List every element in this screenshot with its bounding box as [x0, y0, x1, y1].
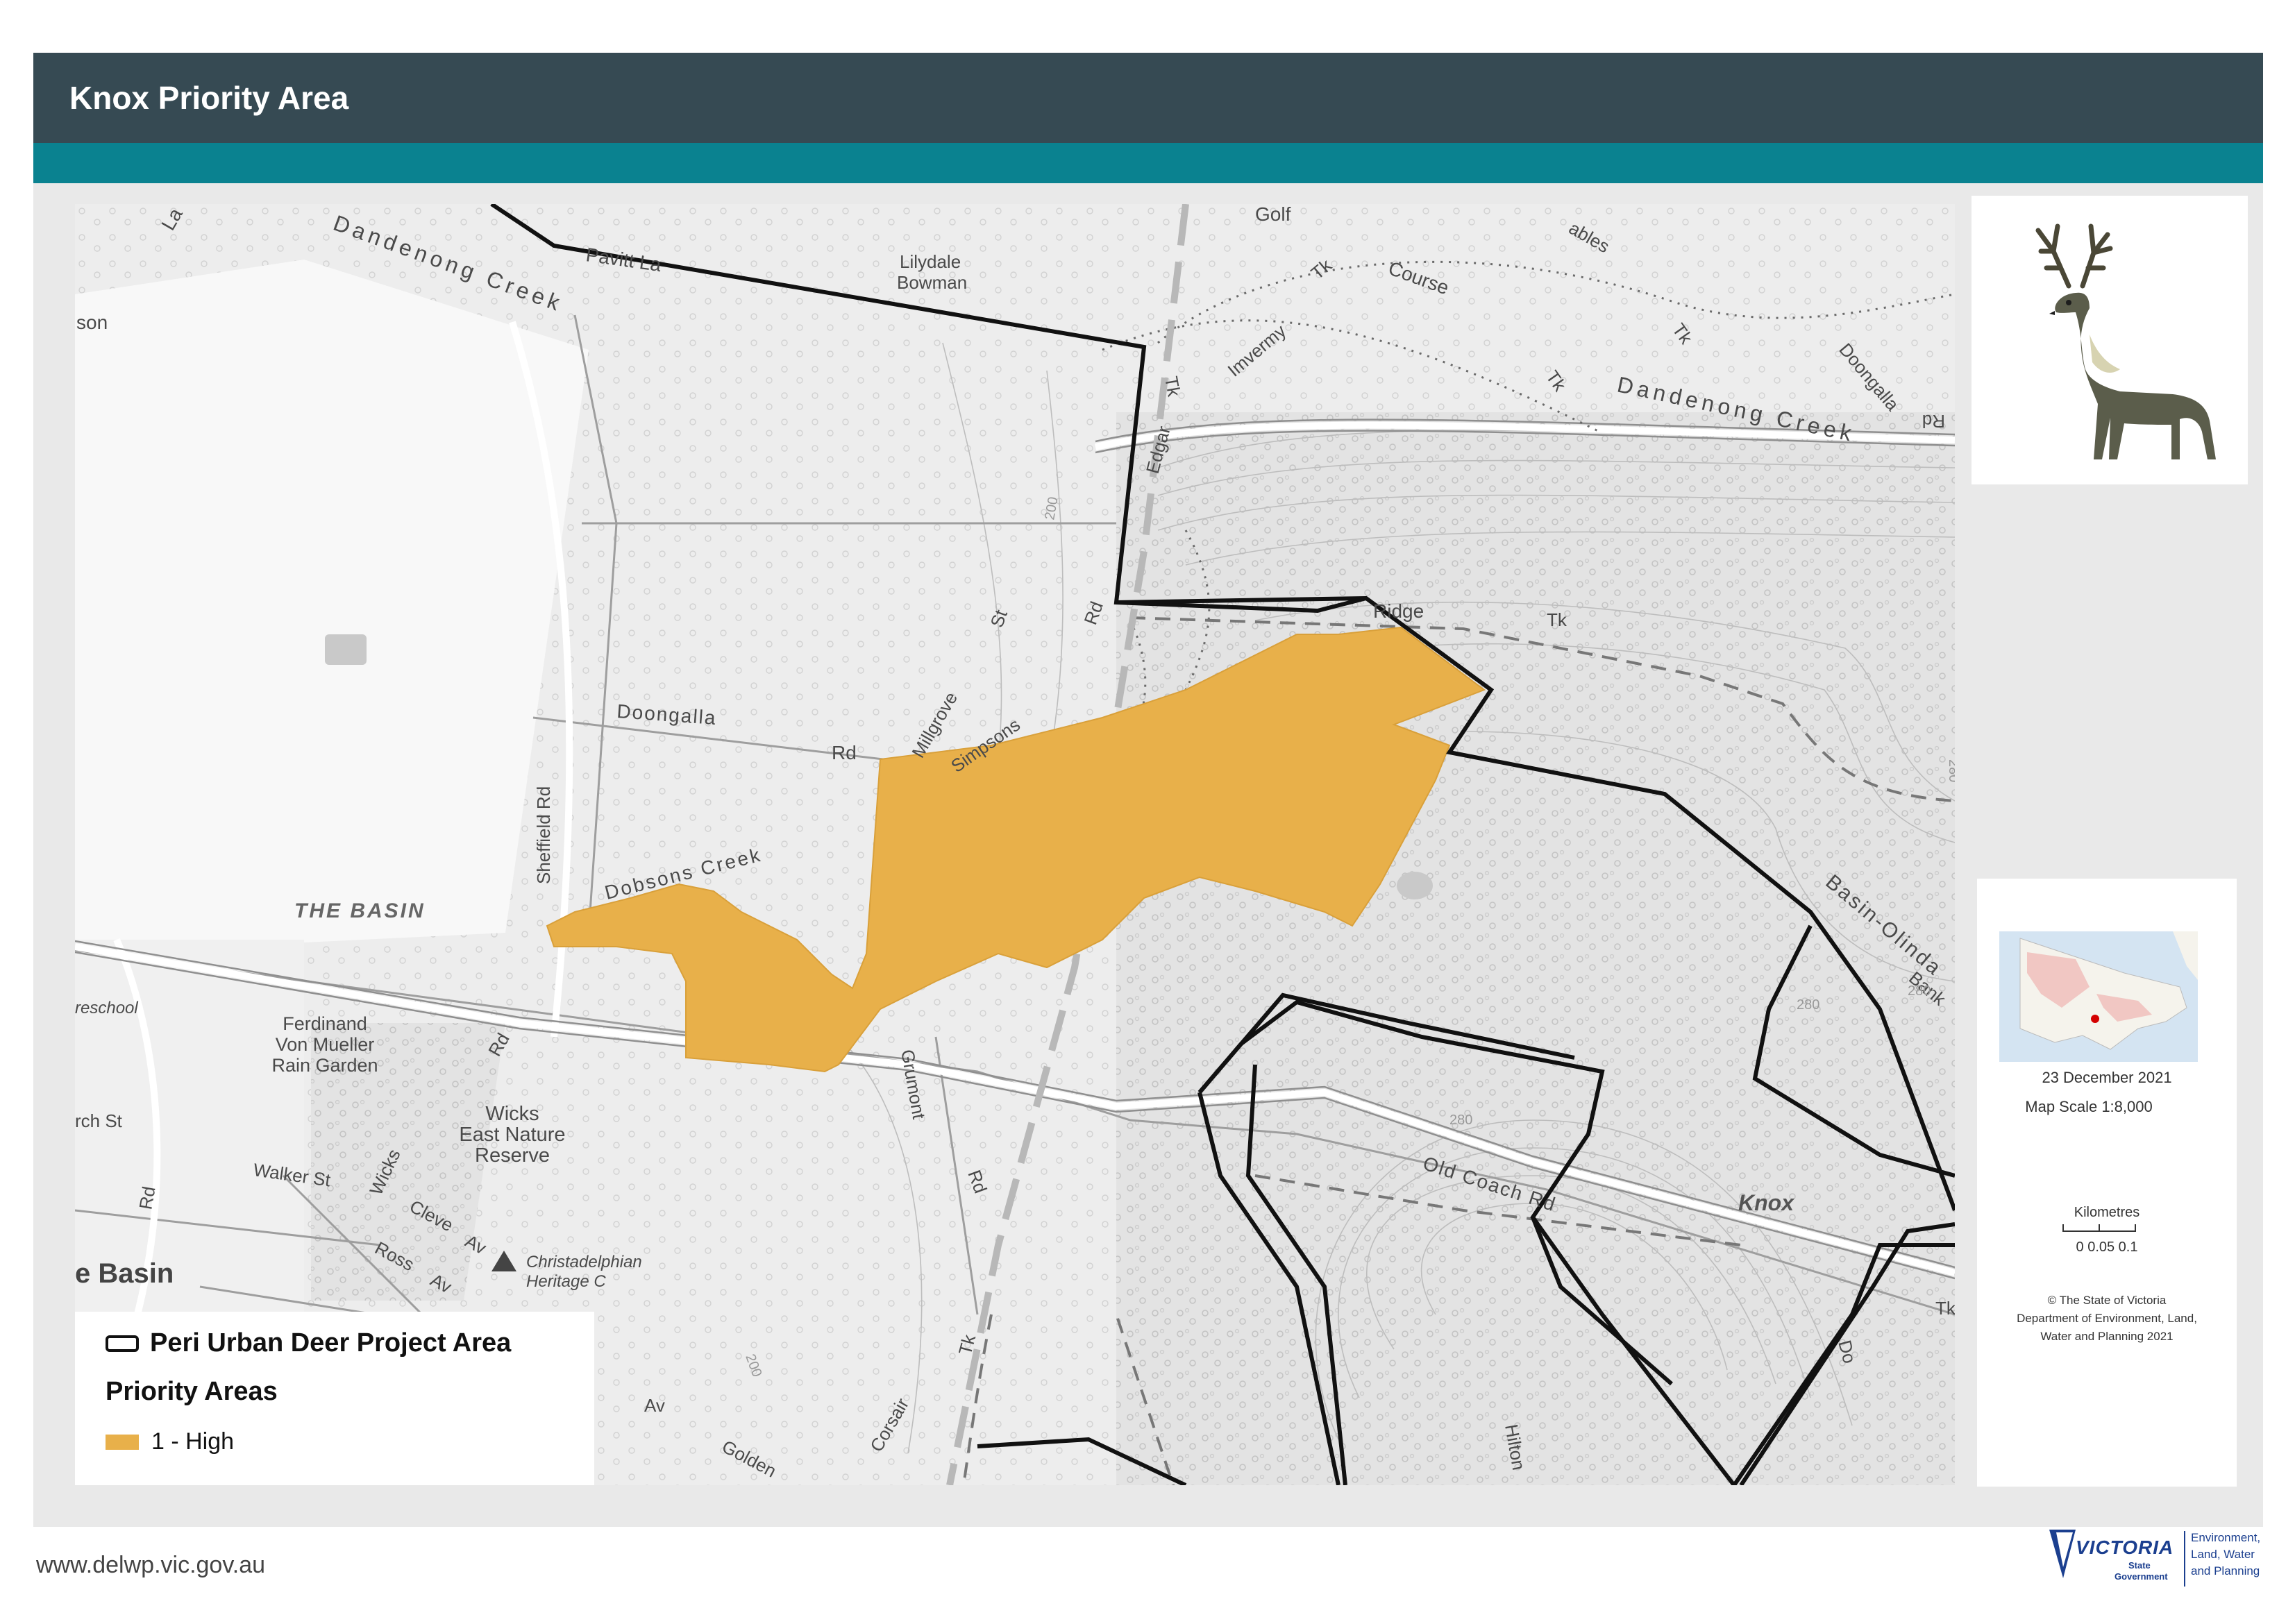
label-golf: Golf — [1255, 204, 1291, 225]
label-wicks: Wicks — [485, 1103, 539, 1125]
legend-project-area: Peri Urban Deer Project Area — [106, 1328, 511, 1358]
legend-high: 1 - High — [106, 1428, 234, 1455]
legend-project-area-label: Peri Urban Deer Project Area — [150, 1328, 512, 1357]
victoria-government-logo: VICTORIA State Government Environment, L… — [2045, 1525, 2267, 1589]
logo-sub-1: State — [2128, 1560, 2151, 1571]
label-heritage: Heritage C — [526, 1272, 606, 1291]
pond — [1397, 872, 1433, 899]
label-preschool: reschool — [75, 999, 138, 1017]
footer-url[interactable]: www.delwp.vic.gov.au — [36, 1552, 265, 1579]
label-basin-town: e Basin — [75, 1258, 174, 1289]
label-sheffield-rd: Sheffield Rd — [533, 786, 554, 884]
label-church-st: rch St — [75, 1110, 123, 1131]
label-knox: Knox — [1738, 1190, 1794, 1215]
label-contour-280-3: 280 — [1946, 759, 1955, 782]
victoria-inset-svg — [2019, 931, 2198, 1050]
label-von-mueller: Von Mueller — [276, 1034, 375, 1055]
label-tk-ridge: Tk — [1547, 609, 1567, 630]
map-info-panel: 23 December 2021 Map Scale 1:8,000 Kilom… — [1977, 879, 2237, 1487]
logo-divider — [2184, 1531, 2185, 1587]
map-canvas[interactable]: Dandenong Creek Pavitt La La son Lilydal… — [75, 204, 1955, 1485]
label-son: son — [76, 312, 108, 333]
label-contour-280-1: 280 — [1797, 997, 1819, 1013]
label-bowman: Bowman — [897, 272, 967, 293]
legend-high-label: 1 - High — [151, 1428, 235, 1455]
km-ticks: 0 0.05 0.1 — [2076, 1240, 2138, 1255]
map-legend: Peri Urban Deer Project Area Priority Ar… — [75, 1312, 594, 1485]
victoria-inset-map — [1999, 931, 2198, 1062]
label-tk-east: Tk — [1935, 1298, 1955, 1319]
label-rain-garden: Rain Garden — [271, 1055, 378, 1076]
dept-line-1: Environment, — [2191, 1531, 2261, 1544]
label-the-basin: THE BASIN — [294, 899, 426, 922]
copyright-line-1: © The State of Victoria — [2047, 1294, 2167, 1307]
label-ferdinand: Ferdinand — [283, 1013, 367, 1034]
copyright-line-2: Department of Environment, Land, — [2017, 1312, 2197, 1325]
label-contour-280-2: 280 — [1449, 1113, 1472, 1128]
label-rd-doongalla: Rd — [832, 742, 857, 763]
logo-word: VICTORIA — [2076, 1537, 2174, 1558]
accent-bar — [33, 143, 2263, 183]
map-scale: Map Scale 1:8,000 — [2025, 1098, 2153, 1115]
legend-priority-heading: Priority Areas — [106, 1377, 278, 1407]
label-rd-w: Rd — [135, 1185, 159, 1211]
copyright-line-3: Water and Planning 2021 — [2040, 1330, 2174, 1343]
label-christadelphian: Christadelphian — [526, 1253, 642, 1271]
legend-outline-swatch — [106, 1335, 139, 1352]
scale-bar — [2062, 1224, 2136, 1232]
label-rd-ne: Rd — [1922, 411, 1945, 432]
title-bar: Knox Priority Area — [33, 53, 2263, 143]
label-lilydale: Lilydale — [900, 251, 961, 272]
dam — [325, 634, 367, 665]
forest-east — [1116, 412, 1955, 1485]
km-label: Kilometres — [2074, 1205, 2140, 1220]
dept-line-3: and Planning — [2191, 1564, 2260, 1578]
map-svg: Dandenong Creek Pavitt La La son Lilydal… — [75, 204, 1955, 1485]
map-date: 23 December 2021 — [2042, 1069, 2172, 1086]
label-contour-280-4: 280 — [1908, 983, 1931, 999]
label-east-nature: East Nature — [459, 1124, 565, 1146]
deer-icon — [2035, 223, 2216, 459]
legend-high-swatch — [106, 1434, 139, 1450]
legend-priority-heading-label: Priority Areas — [106, 1377, 278, 1406]
label-reserve: Reserve — [475, 1144, 550, 1167]
page-title: Knox Priority Area — [69, 80, 349, 116]
dept-line-2: Land, Water — [2191, 1548, 2255, 1561]
logo-sub-2: Government — [2115, 1571, 2168, 1582]
location-marker — [2091, 1015, 2099, 1023]
label-ridge: Ridge — [1373, 600, 1424, 622]
label-av-s: Av — [644, 1395, 665, 1416]
the-basin-open-land — [75, 260, 589, 954]
deer-illustration-panel — [1972, 196, 2248, 484]
